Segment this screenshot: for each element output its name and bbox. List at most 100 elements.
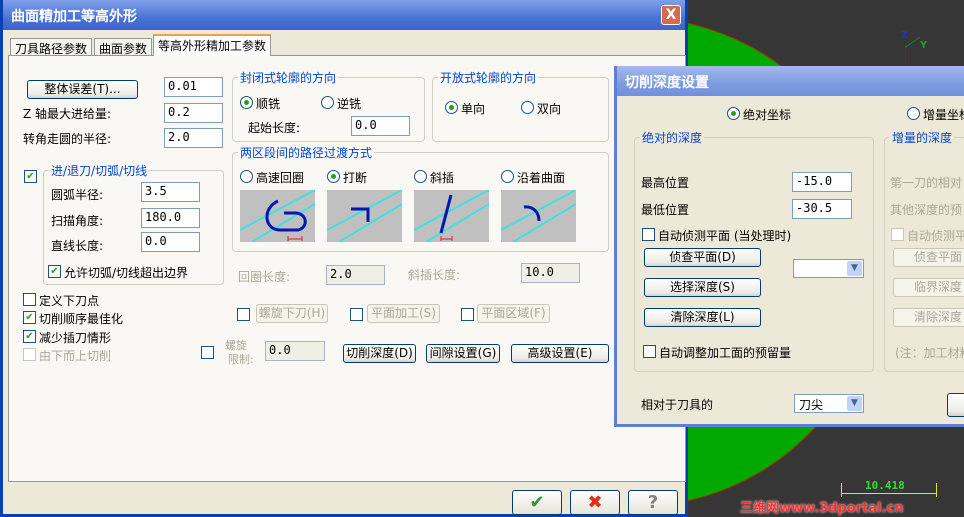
follow-surface-label: 沿着曲面 bbox=[517, 171, 566, 185]
detect-plane-button[interactable]: 侦查平面(D) bbox=[644, 248, 761, 267]
entry-exit-checkbox[interactable]: ✔ bbox=[24, 170, 37, 183]
cancel-button[interactable]: ✖ bbox=[570, 490, 620, 515]
optimize-order-checkbox[interactable]: ✔ bbox=[23, 311, 36, 324]
inc-clear-depth-button[interactable]: 清除深度 bbox=[893, 308, 964, 327]
one-way-label: 单向 bbox=[461, 102, 486, 116]
loop-length-label: 回圈长度: bbox=[238, 270, 291, 284]
tab-surface-params[interactable]: 曲面参数 bbox=[94, 38, 153, 56]
inc-auto-detect-checkbox bbox=[891, 228, 904, 241]
axis-z-label: Z bbox=[901, 30, 909, 41]
corner-radius-label: 转角走圆的半径: bbox=[23, 132, 112, 146]
main-dialog-titlebar[interactable]: 曲面精加工等高外形 X bbox=[3, 0, 685, 30]
inc-auto-detect-label: 自动侦测平 bbox=[907, 229, 964, 243]
ramp-image bbox=[414, 190, 489, 242]
high-speed-loop-image bbox=[240, 190, 315, 242]
depth-cuts-button[interactable]: 切削深度(D) bbox=[343, 344, 416, 363]
climb-label: 顺铣 bbox=[256, 97, 281, 111]
start-length-input[interactable]: 0.0 bbox=[351, 116, 410, 136]
helix-limit-checkbox[interactable] bbox=[201, 346, 214, 359]
follow-surface-image bbox=[501, 190, 576, 242]
material-note: (注：加工材料 bbox=[895, 346, 964, 360]
auto-adjust-checkbox[interactable] bbox=[643, 345, 656, 358]
optimize-order-label: 切削顺序最佳化 bbox=[39, 312, 124, 326]
reduce-plunge-checkbox[interactable]: ✔ bbox=[23, 330, 36, 343]
closed-direction-label: 封闭式轮廓的方向 bbox=[238, 69, 339, 86]
bottom-up-checkbox bbox=[23, 348, 36, 361]
inc-detect-plane-button[interactable]: 侦查平面 bbox=[893, 248, 964, 267]
high-speed-loop-label: 高速回圈 bbox=[256, 171, 305, 185]
flat-area-button[interactable]: 平面区域(F) bbox=[477, 304, 550, 323]
bottom-position-input[interactable]: -30.5 bbox=[792, 199, 852, 219]
tab-toolpath-params[interactable]: 刀具路径参数 bbox=[10, 38, 93, 56]
helix-entry-button[interactable]: 螺旋下刀(H) bbox=[256, 304, 328, 323]
ramp-label: 斜插 bbox=[430, 171, 455, 185]
transition-label: 两区段间的路径过渡方式 bbox=[238, 144, 375, 161]
break-radio[interactable] bbox=[327, 170, 340, 183]
relative-to-tool-value: 刀尖 bbox=[799, 398, 824, 412]
zigzag-radio[interactable] bbox=[521, 101, 534, 114]
helix-entry-checkbox[interactable] bbox=[237, 308, 250, 321]
helix-limit-input[interactable]: 0.0 bbox=[265, 341, 325, 361]
gap-settings-button[interactable]: 间隙设置(G) bbox=[426, 344, 500, 363]
conventional-radio[interactable] bbox=[321, 96, 334, 109]
z-step-label: Z 轴最大进给量: bbox=[23, 107, 112, 121]
auto-detect-checkbox[interactable] bbox=[642, 228, 655, 241]
tab-contour-finish-params[interactable]: 等高外形精加工参数 bbox=[153, 34, 272, 56]
arc-radius-input[interactable]: 3.5 bbox=[141, 182, 200, 202]
z-step-input[interactable]: 0.2 bbox=[164, 103, 223, 123]
reduce-plunge-label: 减少插刀情形 bbox=[39, 331, 112, 345]
critical-depth-button[interactable]: 临界深度 bbox=[893, 278, 964, 297]
allow-overflow-checkbox[interactable]: ✔ bbox=[48, 265, 61, 278]
absolute-depth-label: 绝对的深度 bbox=[640, 129, 705, 146]
depth-dialog-titlebar[interactable]: 切削深度设置 bbox=[617, 66, 964, 96]
conventional-label: 逆铣 bbox=[337, 97, 362, 111]
relative-to-tool-dropdown[interactable]: 刀尖 ▼ bbox=[794, 394, 864, 413]
ramp-length-input[interactable]: 10.0 bbox=[521, 263, 580, 283]
allow-overflow-label: 允许切弧/切线超出边界 bbox=[64, 266, 189, 280]
corner-radius-input[interactable]: 2.0 bbox=[164, 128, 223, 148]
top-position-input[interactable]: -15.0 bbox=[792, 172, 852, 192]
other-depth-label: 其他深度的预 bbox=[890, 203, 963, 217]
helix-limit-label-2: 限制: bbox=[228, 353, 254, 366]
climb-radio[interactable] bbox=[240, 96, 253, 109]
auto-adjust-label: 自动调整加工面的预留量 bbox=[659, 346, 792, 360]
define-plunge-checkbox[interactable] bbox=[23, 293, 36, 306]
line-length-input[interactable]: 0.0 bbox=[141, 232, 200, 252]
first-cut-label: 第一刀的相对 bbox=[890, 176, 963, 190]
relative-to-tool-label: 相对于刀具的 bbox=[641, 398, 714, 412]
bottom-up-label: 由下而上切削 bbox=[39, 349, 112, 363]
ramp-length-label: 斜插长度: bbox=[408, 268, 461, 282]
close-button[interactable]: X bbox=[661, 5, 681, 25]
steep-plane-button[interactable]: 平面加工(S) bbox=[367, 304, 440, 323]
incremental-radio[interactable] bbox=[907, 107, 920, 120]
tolerance-input[interactable]: 0.01 bbox=[164, 77, 223, 97]
clear-depth-button[interactable]: 清除深度(L) bbox=[644, 308, 761, 327]
high-speed-loop-radio[interactable] bbox=[240, 170, 253, 183]
follow-surface-radio[interactable] bbox=[501, 170, 514, 183]
flat-area-checkbox[interactable] bbox=[461, 308, 474, 321]
main-dialog: 曲面精加工等高外形 X 刀具路径参数 曲面参数 等高外形精加工参数 整体误差(T… bbox=[0, 0, 688, 517]
help-button[interactable]: ? bbox=[628, 490, 678, 515]
start-length-label: 起始长度: bbox=[248, 121, 301, 135]
advanced-settings-button[interactable]: 高级设置(E) bbox=[511, 344, 609, 363]
auto-detect-label: 自动侦测平面 (当处理时) bbox=[658, 229, 792, 243]
scale-bar-tick bbox=[841, 483, 842, 497]
depth-list-dropdown[interactable]: ▼ bbox=[793, 259, 864, 278]
select-depth-button[interactable]: 选择深度(S) bbox=[644, 278, 761, 297]
scale-value: 10.418 bbox=[865, 479, 905, 492]
one-way-radio[interactable] bbox=[445, 101, 458, 114]
top-position-label: 最高位置 bbox=[641, 176, 690, 190]
ramp-radio[interactable] bbox=[414, 170, 427, 183]
loop-length-input[interactable]: 2.0 bbox=[326, 265, 385, 285]
ok-button[interactable]: ✔ bbox=[512, 490, 562, 515]
steep-plane-checkbox[interactable] bbox=[350, 308, 363, 321]
bottom-position-label: 最低位置 bbox=[641, 203, 690, 217]
sweep-angle-input[interactable]: 180.0 bbox=[141, 208, 200, 228]
depth-dialog-ok-button[interactable] bbox=[947, 393, 964, 417]
dialog-title: 曲面精加工等高外形 bbox=[11, 9, 137, 25]
absolute-radio[interactable] bbox=[727, 107, 740, 120]
scale-bar-tick bbox=[936, 483, 937, 497]
incremental-label: 增量坐标 bbox=[923, 108, 964, 122]
tolerance-button[interactable]: 整体误差(T)... bbox=[27, 80, 138, 99]
absolute-label: 绝对坐标 bbox=[743, 108, 792, 122]
